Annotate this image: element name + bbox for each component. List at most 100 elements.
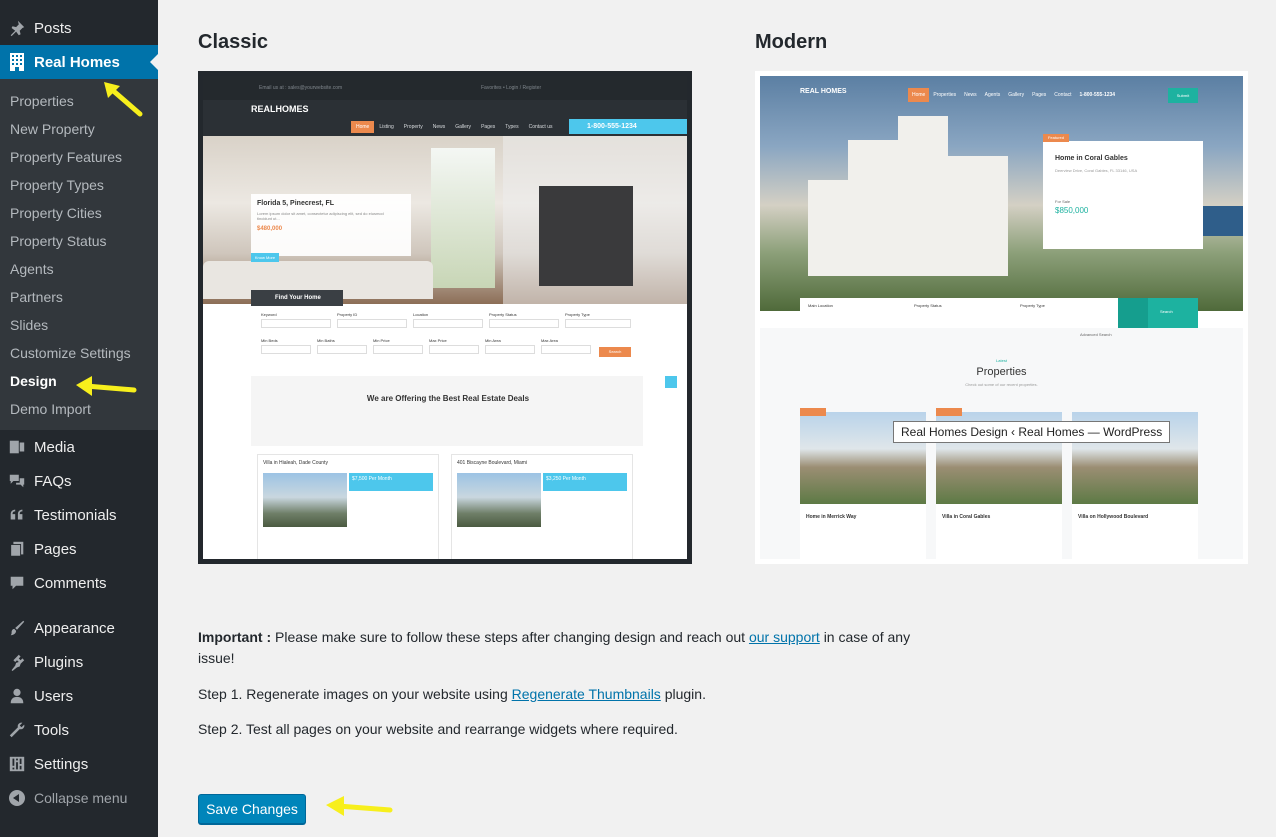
classic-nav-item: Gallery xyxy=(455,124,472,130)
menu-item-settings[interactable]: Settings xyxy=(0,747,158,781)
submenu-demo-import[interactable]: Demo Import xyxy=(10,401,91,417)
modern-nav-item: Home xyxy=(908,88,930,102)
save-changes-button[interactable]: Save Changes xyxy=(198,794,306,824)
classic-design-title: Classic xyxy=(198,31,269,53)
submenu-partners[interactable]: Partners xyxy=(10,289,63,305)
user-icon xyxy=(0,679,34,713)
menu-item-pages[interactable]: Pages xyxy=(0,532,158,566)
classic-search-input xyxy=(541,345,591,354)
modern-design-title: Modern xyxy=(755,31,828,53)
collapse-arrow-icon xyxy=(0,790,34,806)
classic-nav-item: Types xyxy=(505,124,519,130)
classic-property-card: 401 Biscayne Boulevard, Miami $3,250 Per… xyxy=(451,454,633,559)
classic-search-input xyxy=(489,319,559,328)
classic-search-label: Property Status xyxy=(489,312,517,317)
menu-item-tools[interactable]: Tools xyxy=(0,713,158,747)
important-text: Please make sure to follow these steps a… xyxy=(275,629,746,645)
admin-sidebar: Posts Real Homes Properties New Property… xyxy=(0,0,158,837)
classic-header: Email us at : sales@yourwebsite.com Favo… xyxy=(203,76,687,136)
menu-label-tools: Tools xyxy=(34,721,70,739)
menu-label-settings: Settings xyxy=(34,755,89,773)
menu-item-comments[interactable]: Comments xyxy=(0,566,158,600)
submenu-agents[interactable]: Agents xyxy=(10,261,54,277)
classic-design-preview[interactable]: Email us at : sales@yourwebsite.com Favo… xyxy=(198,71,692,564)
menu-label-plugins: Plugins xyxy=(34,653,84,671)
submenu-customize-settings[interactable]: Customize Settings xyxy=(10,345,131,361)
classic-hero-price: $480,000 xyxy=(257,226,283,232)
modern-search-label: Main Location xyxy=(808,303,833,308)
submenu-properties[interactable]: Properties xyxy=(10,93,74,109)
classic-search-label: Location xyxy=(413,312,429,317)
modern-nav-item: Agents xyxy=(984,92,1001,98)
modern-section-subtitle: Check out some of our recent properties. xyxy=(965,382,1038,387)
comments-icon xyxy=(0,464,34,498)
classic-search-label: Min Baths xyxy=(317,338,335,343)
classic-nav-item: News xyxy=(432,124,446,130)
classic-hero-button: Know More xyxy=(251,253,279,262)
support-link[interactable]: our support xyxy=(749,629,820,645)
menu-label-testimonials: Testimonials xyxy=(34,506,117,524)
classic-property-image xyxy=(457,473,541,527)
submenu-property-types[interactable]: Property Types xyxy=(10,177,104,193)
modern-nav-item: Contact xyxy=(1054,92,1072,98)
modern-property-title: Villa in Coral Gables xyxy=(942,514,991,520)
classic-search-input xyxy=(373,345,423,354)
menu-item-plugins[interactable]: Plugins xyxy=(0,645,158,679)
modern-nav: Home Properties News Agents Gallery Page… xyxy=(908,88,1119,102)
current-menu-pointer xyxy=(150,54,158,70)
classic-find-home: Find Your Home xyxy=(251,290,343,306)
classic-property-title: 401 Biscayne Boulevard, Miami xyxy=(457,460,528,466)
modern-latest-label: Latest xyxy=(996,358,1007,363)
menu-label-posts: Posts xyxy=(34,19,72,37)
modern-phone: 1-800-555-1234 xyxy=(1079,92,1116,98)
classic-search-label: Property Type xyxy=(565,312,590,317)
classic-logo: REALHOMES xyxy=(251,104,309,114)
modern-property-title: Home in Merrick Way xyxy=(806,514,857,520)
brush-icon xyxy=(0,611,34,645)
step-2: Step 2. Test all pages on your website a… xyxy=(198,719,678,740)
menu-item-media[interactable]: Media xyxy=(0,430,158,464)
step1-tail: plugin. xyxy=(664,686,706,702)
menu-label-faqs: FAQs xyxy=(34,472,72,490)
quote-icon xyxy=(0,498,34,532)
classic-hero-window xyxy=(431,148,495,288)
menu-item-appearance[interactable]: Appearance xyxy=(0,611,158,645)
classic-offer-title: We are Offering the Best Real Estate Dea… xyxy=(366,394,530,403)
modern-hero-address: Deervlew Drive, Coral Gables, FL 33146, … xyxy=(1055,168,1138,173)
submenu-new-property[interactable]: New Property xyxy=(10,121,95,137)
classic-search-label: Keyword xyxy=(261,312,277,317)
modern-nav-item: Gallery xyxy=(1008,92,1025,98)
collapse-menu-button[interactable]: Collapse menu xyxy=(0,785,158,811)
modern-advanced-search-label: Advanced Search xyxy=(1080,332,1112,337)
menu-item-posts[interactable]: Posts xyxy=(0,11,158,45)
submenu-property-cities[interactable]: Property Cities xyxy=(10,205,102,221)
classic-topbar-links: Favorites • Login / Register xyxy=(481,85,542,91)
classic-property-price: $7,500 Per Month xyxy=(349,473,433,491)
modern-design-preview[interactable]: REAL HOMES Home Properties News Agents G… xyxy=(755,71,1248,564)
menu-item-faqs[interactable]: FAQs xyxy=(0,464,158,498)
menu-item-users[interactable]: Users xyxy=(0,679,158,713)
modern-nav-item: News xyxy=(964,92,977,98)
classic-search-label: Max Area xyxy=(541,338,558,343)
classic-nav-item: Property xyxy=(403,124,423,130)
wrench-icon xyxy=(0,713,34,747)
menu-label-comments: Comments xyxy=(34,574,107,592)
comment-icon xyxy=(0,566,34,600)
submenu-property-features[interactable]: Property Features xyxy=(10,149,122,165)
step-1: Step 1. Regenerate images on your websit… xyxy=(198,684,706,705)
submenu-design[interactable]: Design xyxy=(10,373,57,389)
modern-featured-tag: Featured xyxy=(1043,134,1069,142)
menu-item-real-homes[interactable]: Real Homes xyxy=(0,45,158,79)
annotation-arrow-save xyxy=(326,796,393,816)
collapse-menu-label: Collapse menu xyxy=(34,790,128,806)
classic-topbar: Email us at : sales@yourwebsite.com Favo… xyxy=(203,76,687,100)
important-notice: Important : Please make sure to follow t… xyxy=(198,627,958,669)
submenu-property-status[interactable]: Property Status xyxy=(10,233,107,249)
classic-hero-tv xyxy=(539,186,633,286)
submenu-slides[interactable]: Slides xyxy=(10,317,48,333)
modern-logo: REAL HOMES xyxy=(800,88,847,95)
menu-item-testimonials[interactable]: Testimonials xyxy=(0,498,158,532)
annotation-arrow-real-homes xyxy=(104,82,143,117)
regenerate-thumbnails-link[interactable]: Regenerate Thumbnails xyxy=(512,686,661,702)
classic-nav-item: Listing xyxy=(379,124,394,130)
